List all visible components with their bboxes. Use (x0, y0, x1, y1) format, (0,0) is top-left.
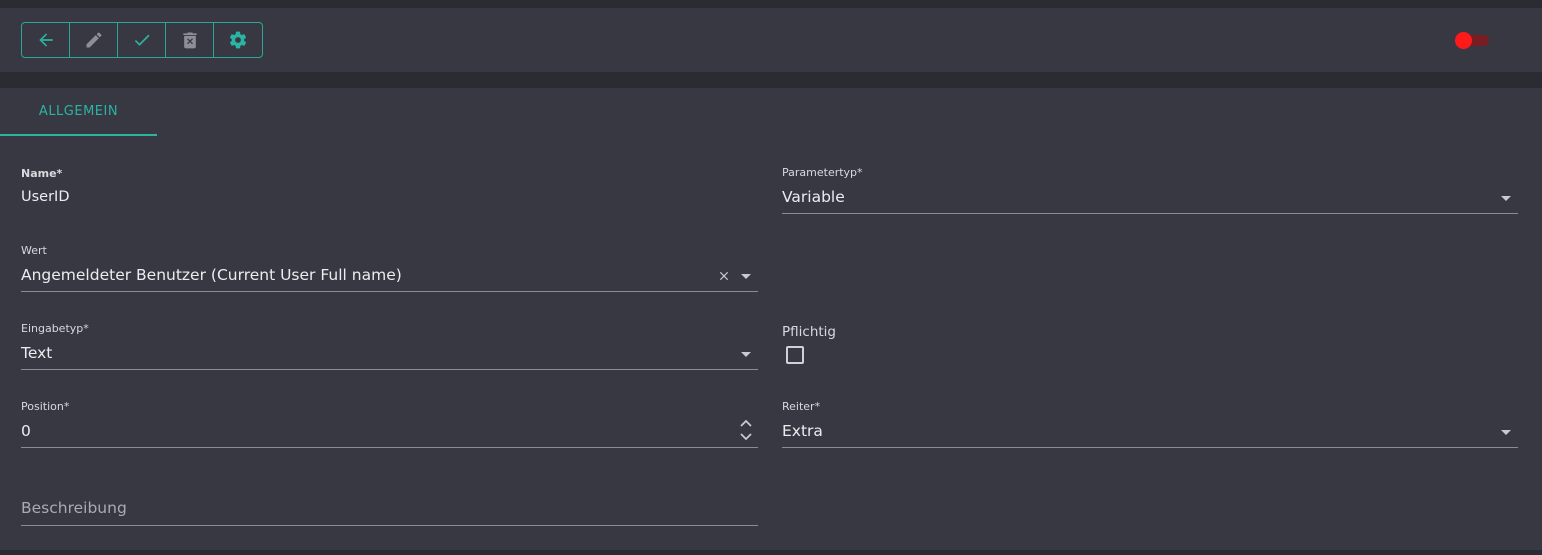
name-value: UserID (21, 189, 70, 205)
beschreibung-placeholder: Beschreibung (21, 499, 127, 517)
pflichtig-checkbox[interactable] (786, 346, 804, 364)
beschreibung-input[interactable]: Beschreibung (21, 492, 758, 526)
back-button[interactable] (22, 23, 70, 57)
eingabetyp-underline (21, 369, 758, 370)
reiter-underline (782, 447, 1518, 448)
pencil-icon (86, 32, 101, 48)
eingabetyp-label: Eingabetyp* (21, 322, 89, 335)
toggle-knob (1455, 32, 1472, 49)
name-label: Name* (21, 167, 63, 180)
pflichtig-label: Pflichtig (782, 324, 836, 340)
eingabetyp-value: Text (21, 344, 53, 362)
settings-button[interactable] (214, 23, 262, 57)
check-icon (134, 34, 149, 46)
beschreibung-underline (21, 525, 758, 526)
active-toggle[interactable] (1455, 32, 1491, 49)
position-label: Position* (21, 400, 70, 413)
position-value: 0 (21, 422, 31, 440)
wert-underline (21, 291, 758, 292)
parametertyp-underline (782, 213, 1518, 214)
tab-allgemein[interactable]: ALLGEMEIN (0, 88, 157, 136)
wert-value: Angemeldeter Benutzer (Current User Full… (21, 266, 402, 284)
clear-icon[interactable] (717, 269, 731, 283)
parametertyp-label: Parametertyp* (782, 166, 863, 179)
toolbar (0, 8, 1542, 72)
trash-icon (182, 32, 197, 49)
pflichtig-field: Pflichtig (782, 324, 982, 366)
position-input[interactable]: Position* 0 (21, 400, 758, 448)
reiter-select[interactable]: Reiter* Extra (782, 400, 1518, 448)
eingabetyp-select[interactable]: Eingabetyp* Text (21, 322, 758, 370)
name-field: Name* UserID (21, 167, 758, 207)
toolbar-button-group (21, 22, 263, 58)
parametertyp-select[interactable]: Parametertyp* Variable (782, 166, 1518, 214)
tab-bar: ALLGEMEIN (0, 88, 1542, 136)
parametertyp-value: Variable (782, 188, 845, 206)
wert-label: Wert (21, 244, 47, 257)
gear-icon (229, 31, 247, 49)
number-stepper-icon[interactable] (739, 418, 753, 442)
wert-select[interactable]: Wert Angemeldeter Benutzer (Current User… (21, 244, 758, 292)
arrow-left-icon (38, 33, 53, 47)
chevron-down-icon (1501, 430, 1511, 435)
reiter-label: Reiter* (782, 400, 821, 413)
chevron-down-icon (741, 352, 751, 357)
chevron-down-icon (1501, 196, 1511, 201)
save-button[interactable] (118, 23, 166, 57)
delete-button[interactable] (166, 23, 214, 57)
reiter-value: Extra (782, 422, 823, 440)
form-panel: Name* UserID Parametertyp* Variable Wert… (0, 136, 1542, 550)
chevron-down-icon (741, 274, 751, 279)
position-underline (21, 447, 758, 448)
edit-button[interactable] (70, 23, 118, 57)
